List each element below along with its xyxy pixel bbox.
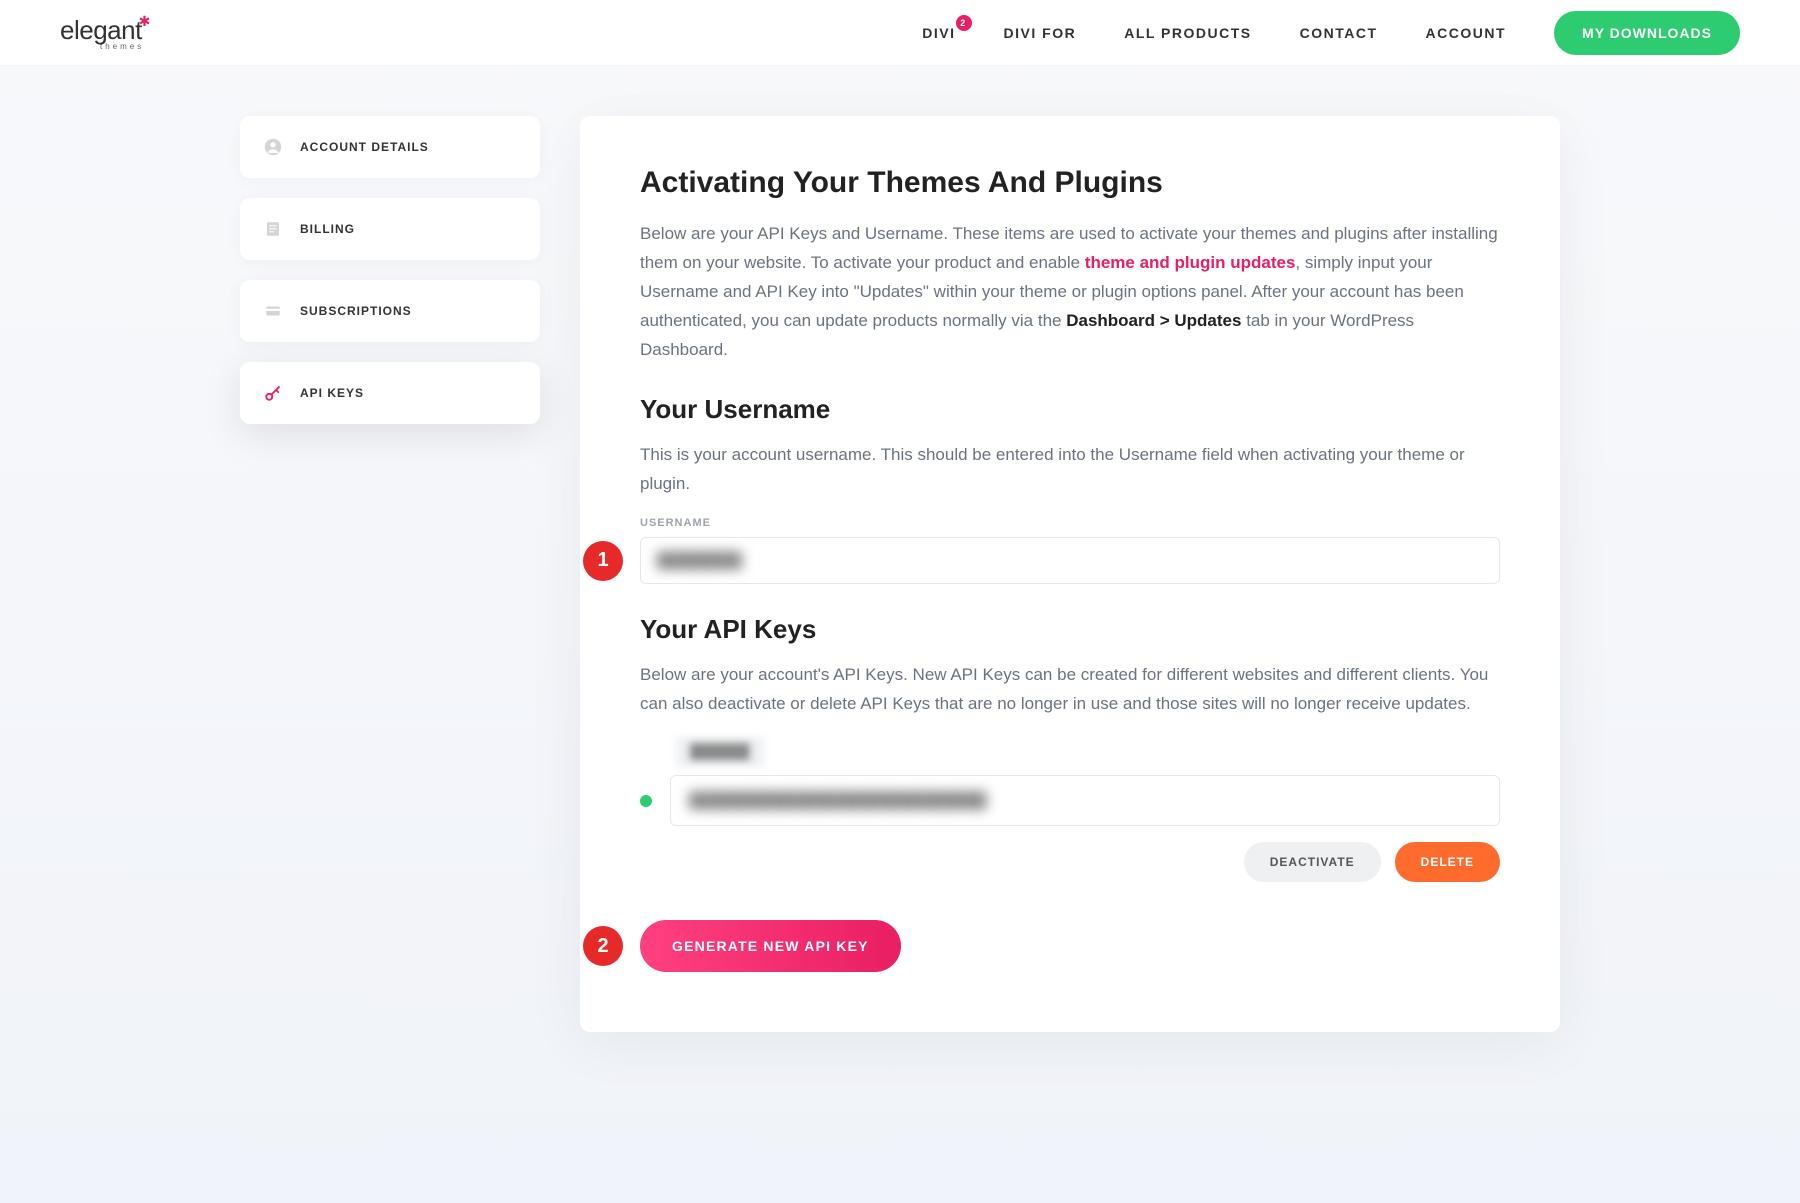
api-key-field-row: ████████████████████████████: [640, 775, 1500, 826]
theme-updates-link[interactable]: theme and plugin updates: [1085, 253, 1296, 272]
step-marker-2: 2: [583, 926, 623, 966]
key-icon: [264, 384, 282, 402]
card-icon: [264, 302, 282, 320]
account-sidebar: ACCOUNT DETAILS BILLING SUBSCRIPTIONS AP…: [240, 116, 540, 1032]
nav-badge: 2: [956, 15, 972, 31]
api-keys-description: Below are your account's API Keys. New A…: [640, 661, 1500, 719]
nav-account[interactable]: ACCOUNT: [1426, 25, 1507, 41]
logo-text: elegant✱: [60, 15, 142, 45]
sidebar-item-subscriptions[interactable]: SUBSCRIPTIONS: [240, 280, 540, 342]
sidebar-item-account-details[interactable]: ACCOUNT DETAILS: [240, 116, 540, 178]
delete-button[interactable]: DELETE: [1395, 842, 1500, 882]
main-nav: DIVI 2 DIVI FOR ALL PRODUCTS CONTACT ACC…: [922, 11, 1740, 55]
api-key-row: ██████ ████████████████████████████ DEAC…: [640, 737, 1500, 882]
dashboard-path: Dashboard > Updates: [1066, 311, 1241, 330]
billing-icon: [264, 220, 282, 238]
user-icon: [264, 138, 282, 156]
generate-wrap: 2 GENERATE NEW API KEY: [640, 920, 1500, 972]
username-field-label: USERNAME: [640, 517, 1500, 529]
sidebar-item-label: ACCOUNT DETAILS: [300, 140, 429, 154]
intro-paragraph: Below are your API Keys and Username. Th…: [640, 220, 1500, 364]
my-downloads-button[interactable]: MY DOWNLOADS: [1554, 11, 1740, 55]
api-key-input[interactable]: ████████████████████████████: [670, 775, 1500, 826]
generate-api-key-button[interactable]: GENERATE NEW API KEY: [640, 920, 901, 972]
nav-contact[interactable]: CONTACT: [1300, 25, 1378, 41]
site-header: elegant✱ themes DIVI 2 DIVI FOR ALL PROD…: [0, 0, 1800, 66]
api-keys-heading: Your API Keys: [640, 614, 1500, 645]
page-container: ACCOUNT DETAILS BILLING SUBSCRIPTIONS AP…: [0, 66, 1800, 1112]
deactivate-button[interactable]: DEACTIVATE: [1244, 842, 1381, 882]
page-title: Activating Your Themes And Plugins: [640, 166, 1500, 200]
api-key-actions: DEACTIVATE DELETE: [640, 842, 1500, 882]
sidebar-item-label: SUBSCRIPTIONS: [300, 304, 412, 318]
sidebar-item-label: API KEYS: [300, 386, 364, 400]
main-content: Activating Your Themes And Plugins Below…: [580, 116, 1560, 1032]
username-input[interactable]: ████████: [640, 537, 1500, 584]
sidebar-item-billing[interactable]: BILLING: [240, 198, 540, 260]
username-heading: Your Username: [640, 394, 1500, 425]
api-key-site-label: ██████: [676, 737, 764, 767]
sidebar-item-label: BILLING: [300, 222, 355, 236]
username-description: This is your account username. This shou…: [640, 441, 1500, 499]
nav-all-products[interactable]: ALL PRODUCTS: [1124, 25, 1251, 41]
username-input-wrap: 1 ████████: [640, 537, 1500, 584]
logo-star-icon: ✱: [139, 13, 150, 30]
nav-divi-for[interactable]: DIVI FOR: [1004, 25, 1077, 41]
sidebar-item-api-keys[interactable]: API KEYS: [240, 362, 540, 424]
step-marker-1: 1: [583, 541, 623, 581]
status-active-icon: [640, 795, 652, 807]
nav-divi[interactable]: DIVI 2: [922, 25, 955, 41]
logo[interactable]: elegant✱ themes: [60, 15, 144, 51]
